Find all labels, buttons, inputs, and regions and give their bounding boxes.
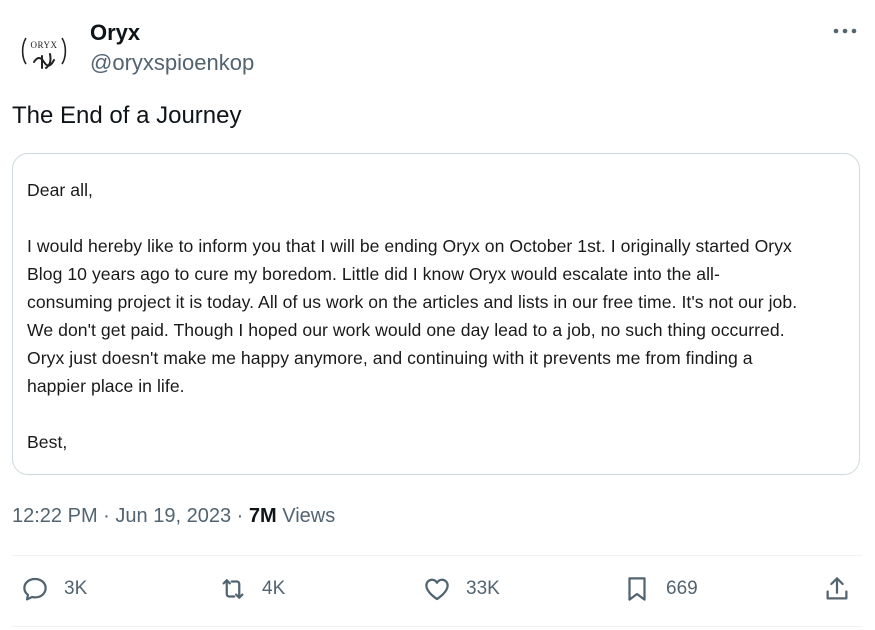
reply-count: 3K (64, 578, 88, 599)
letter-line: I would hereby like to inform you that I… (27, 236, 792, 256)
heart-icon (425, 578, 449, 601)
repost-count: 4K (262, 578, 286, 599)
letter-line: happier place in life. (27, 376, 185, 396)
tweet-date[interactable]: Jun 19, 2023 (115, 505, 231, 527)
tweet-text: The End of a Journey (12, 102, 242, 129)
attached-image-card[interactable]: Dear all, I would hereby like to inform … (12, 153, 860, 475)
avatar[interactable]: ORYX (12, 18, 76, 82)
reply-button[interactable]: 3K (20, 574, 87, 604)
letter-closing: Best, (27, 432, 68, 452)
like-count: 33K (466, 578, 500, 599)
letter-line: Oryx just doesn't make me happy anymore,… (27, 348, 753, 368)
bookmark-button[interactable]: 669 (622, 574, 698, 604)
letter-line: We don't get paid. Though I hoped our wo… (27, 320, 785, 340)
share-icon (826, 577, 848, 600)
letter-image: Dear all, I would hereby like to inform … (27, 176, 852, 456)
bookmark-count: 669 (666, 578, 698, 599)
author-handle[interactable]: @oryxspioenkop (90, 50, 254, 76)
bookmark-icon (628, 577, 646, 601)
reply-icon (23, 577, 47, 601)
views-count: 7M (248, 505, 277, 527)
meta-separator: · (103, 505, 110, 527)
share-button[interactable] (822, 574, 852, 604)
letter-greeting: Dear all, (27, 180, 93, 200)
meta-separator: · (236, 505, 244, 527)
views-label: Views (282, 505, 336, 527)
svg-text:ORYX: ORYX (30, 40, 57, 50)
repost-button[interactable]: 4K (218, 574, 285, 604)
divider (12, 626, 862, 627)
oryx-logo-icon: ORYX (21, 37, 67, 69)
divider (12, 555, 862, 556)
repost-icon (222, 579, 244, 599)
tweet-time[interactable]: 12:22 PM (12, 505, 98, 527)
author-display-name[interactable]: Oryx (90, 20, 140, 46)
letter-line: consuming project it is today. All of us… (27, 292, 798, 312)
like-button[interactable]: 33K (422, 574, 500, 604)
more-horizontal-icon (833, 28, 857, 34)
letter-line: Blog 10 years ago to cure my boredom. Li… (27, 264, 720, 284)
tweet-meta: 12:22 PM · Jun 19, 2023 · 7M Views (12, 505, 335, 528)
action-bar: 3K 4K 33K 669 (0, 570, 875, 614)
more-options-button[interactable] (828, 18, 862, 44)
